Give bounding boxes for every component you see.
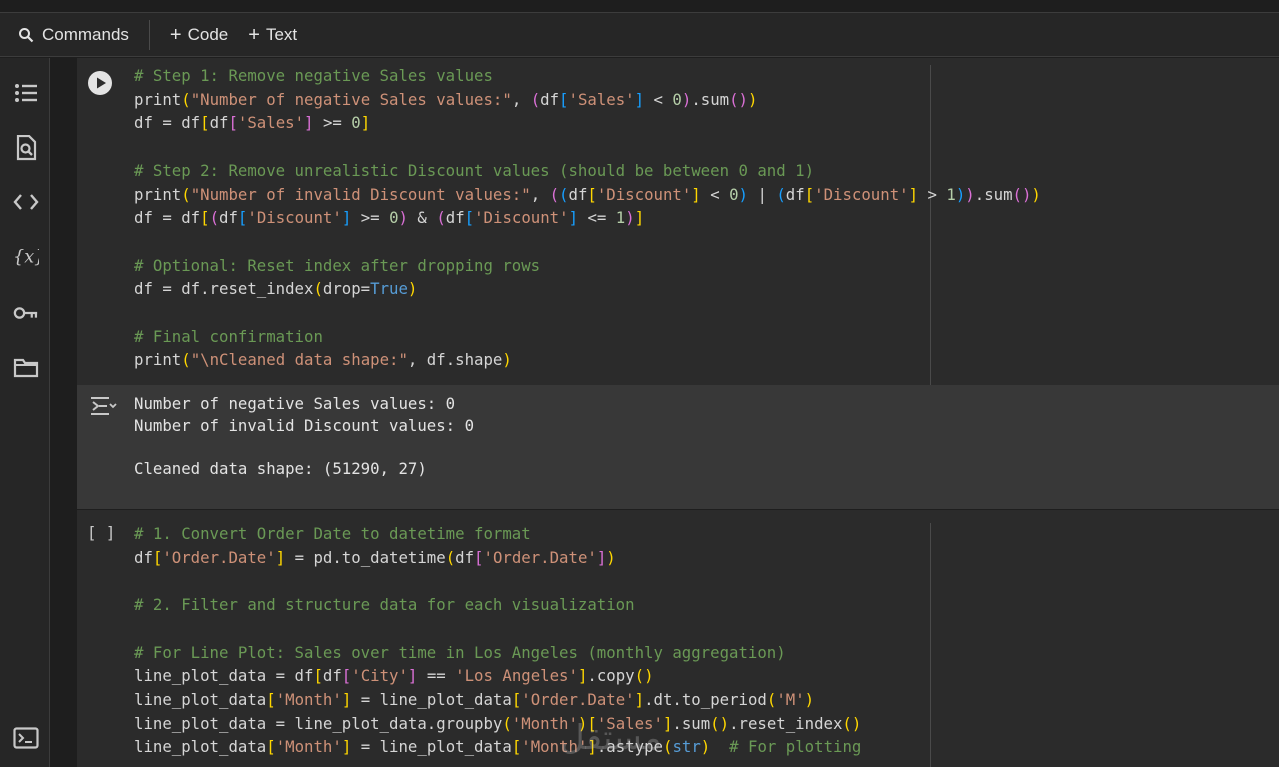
svg-text:{x}: {x} <box>13 248 39 268</box>
add-code-button[interactable]: + Code <box>160 20 238 50</box>
code-editor[interactable]: # 1. Convert Order Date to datetime form… <box>134 522 861 759</box>
code-line: # For Line Plot: Sales over time in Los … <box>134 642 786 662</box>
line-length-ruler <box>930 523 931 767</box>
find-replace-icon[interactable] <box>13 135 39 161</box>
notebook-area: # Step 1: Remove negative Sales values p… <box>51 58 1279 767</box>
output-actions-icon[interactable] <box>89 395 117 417</box>
code-cell[interactable]: # Step 1: Remove negative Sales values p… <box>77 58 1279 385</box>
code-line: # Optional: Reset index after dropping r… <box>134 255 541 275</box>
add-text-label: Text <box>265 24 298 44</box>
files-folder-icon[interactable] <box>13 355 39 381</box>
code-line: print("Number of invalid Discount values… <box>134 184 1041 204</box>
output-line: Number of invalid Discount values: 0 <box>134 415 475 435</box>
code-line: df['Order.Date'] = pd.to_datetime(df['Or… <box>134 547 616 567</box>
watermark-logo: مستقل <box>560 718 662 758</box>
commands-button[interactable]: Commands <box>8 20 139 50</box>
code-line: print("\nCleaned data shape:", df.shape) <box>134 350 512 370</box>
add-text-button[interactable]: + Text <box>238 20 307 50</box>
window-top-strip <box>0 0 1279 13</box>
code-editor[interactable]: # Step 1: Remove negative Sales values p… <box>134 64 1041 372</box>
plus-icon: + <box>169 23 182 46</box>
table-of-contents-icon[interactable] <box>13 80 39 106</box>
code-line: line_plot_data = line_plot_data.groupby(… <box>134 713 862 733</box>
code-line: # Step 2: Remove unrealistic Discount va… <box>134 160 815 180</box>
notebook-toolbar: Commands + Code + Text <box>0 13 1279 57</box>
execution-count-bracket[interactable]: [ ] <box>87 523 115 542</box>
code-line: line_plot_data['Month'] = line_plot_data… <box>134 737 862 757</box>
code-line: # 1. Convert Order Date to datetime form… <box>134 524 531 543</box>
code-line: df = df.reset_index(drop=True) <box>134 279 418 299</box>
code-cell[interactable]: [ ] # 1. Convert Order Date to datetime … <box>77 510 1279 767</box>
code-snippets-icon[interactable] <box>13 189 39 215</box>
terminal-icon[interactable] <box>13 725 39 751</box>
add-code-label: Code <box>187 24 229 44</box>
code-line: print("Number of negative Sales values:"… <box>134 89 758 109</box>
code-line: line_plot_data = df[df['City'] == 'Los A… <box>134 666 654 686</box>
output-text: Number of negative Sales values: 0 Numbe… <box>134 393 474 480</box>
plus-icon: + <box>248 23 260 46</box>
code-line: df = df[(df['Discount'] >= 0) & (df['Dis… <box>134 208 645 228</box>
toolbar-divider <box>148 19 150 50</box>
commands-label: Commands <box>42 24 129 44</box>
cell-output: Number of negative Sales values: 0 Numbe… <box>77 385 1279 509</box>
output-line: Number of negative Sales values: 0 <box>134 394 456 413</box>
code-line: line_plot_data['Month'] = line_plot_data… <box>134 689 815 709</box>
code-line: df = df[df['Sales'] >= 0] <box>134 113 371 133</box>
secrets-key-icon[interactable] <box>13 300 39 326</box>
code-line: # Step 1: Remove negative Sales values <box>134 66 493 85</box>
code-line: # Final confirmation <box>134 326 323 346</box>
left-sidebar: {x} <box>0 58 50 767</box>
run-cell-button[interactable] <box>87 70 113 96</box>
code-line: # 2. Filter and structure data for each … <box>134 595 635 615</box>
search-icon <box>19 27 34 42</box>
variables-icon[interactable]: {x} <box>13 244 39 270</box>
output-line: Cleaned data shape: (51290, 27) <box>134 459 427 479</box>
